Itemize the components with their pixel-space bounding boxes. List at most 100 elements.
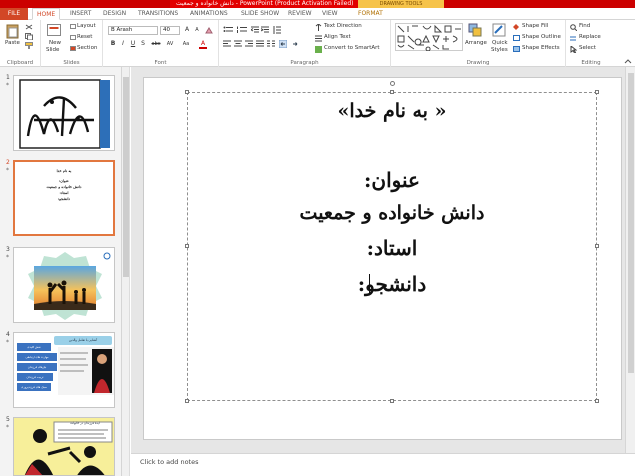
slide-thumbnails-pane: 1 * 2 * به نام خدا عنوان: دانش خانواده و… — [0, 67, 122, 476]
slide-line-1[interactable]: « به نام خدا» — [187, 100, 597, 122]
shape-effects-button[interactable]: Shape Effects — [522, 45, 560, 51]
align-right-icon[interactable] — [245, 40, 253, 48]
tab-animations[interactable]: ANIMATIONS — [190, 8, 228, 20]
tab-insert[interactable]: INSERT — [70, 8, 91, 20]
slide-line-4[interactable]: استاد: — [187, 236, 597, 260]
quick-styles-button-line2[interactable]: Styles — [491, 47, 508, 53]
thumbnails-scroll-thumb[interactable] — [123, 77, 129, 277]
find-button[interactable]: Find — [579, 23, 590, 29]
paste-icon[interactable] — [6, 23, 20, 39]
font-label: Font — [154, 60, 167, 66]
slide-scrollbar[interactable] — [625, 67, 635, 453]
arrange-icon[interactable] — [468, 23, 482, 37]
select-button[interactable]: Select — [579, 45, 596, 51]
convert-smartart-button[interactable]: Convert to SmartArt — [324, 45, 380, 51]
tab-format[interactable]: FORMAT — [358, 8, 383, 20]
slide-thumbnail-3[interactable] — [13, 247, 115, 323]
slide-thumbnail-1[interactable] — [13, 75, 115, 151]
quick-styles-icon[interactable] — [492, 23, 506, 37]
thumb-5-title: ایده فرزندان در خانواده — [70, 421, 100, 425]
increase-indent-icon[interactable] — [261, 26, 269, 34]
resize-handle-top[interactable] — [390, 90, 394, 94]
shape-outline-button[interactable]: Shape Outline — [522, 34, 561, 40]
thumb-star-1: * — [6, 82, 9, 89]
shapes-gallery[interactable] — [395, 23, 463, 51]
slide-line-2[interactable]: عنوان: — [187, 168, 597, 192]
tab-view[interactable]: VIEW — [322, 8, 338, 20]
bullets-icon[interactable] — [223, 26, 233, 34]
drawing-group: Arrange Quick Styles Shape Fill Shape Ou… — [391, 20, 566, 67]
shape-fill-button[interactable]: Shape Fill — [522, 23, 548, 29]
slide-line-5[interactable]: دانشجو: — [187, 272, 597, 296]
resize-handle-top-right[interactable] — [595, 90, 599, 94]
new-slide-button-line2[interactable]: Slide — [46, 47, 59, 53]
new-slide-button[interactable]: New — [49, 40, 61, 46]
shadow-button[interactable]: S — [139, 40, 147, 48]
resize-handle-bottom-right[interactable] — [595, 399, 599, 403]
font-name-dropdown[interactable]: B Arash — [108, 26, 158, 35]
numbering-icon[interactable] — [237, 26, 247, 34]
tab-file[interactable]: FILE — [0, 8, 28, 20]
arrange-button[interactable]: Arrange — [465, 40, 487, 46]
tab-transitions[interactable]: TRANSITIONS — [138, 8, 178, 20]
select-icon — [570, 46, 577, 53]
tab-home[interactable]: HOME — [32, 8, 61, 20]
tab-design[interactable]: DESIGN — [103, 8, 126, 20]
decrease-indent-icon[interactable] — [251, 26, 259, 34]
paragraph-label: Paragraph — [290, 60, 319, 66]
slide-thumbnail-4[interactable]: آشنایی با تعامل والدین نقش کلیدی مهارت ه… — [13, 332, 115, 408]
line-spacing-icon[interactable] — [273, 26, 281, 34]
ltr-icon[interactable] — [291, 40, 299, 48]
character-spacing-button[interactable]: AV — [165, 40, 175, 48]
grow-font-button[interactable]: A — [183, 26, 191, 34]
align-text-button[interactable]: Align Text — [324, 34, 351, 40]
slide-thumbnail-5[interactable]: ایده فرزندان در خانواده — [13, 417, 115, 476]
rotate-handle[interactable] — [390, 81, 395, 86]
underline-button[interactable]: U — [129, 40, 137, 48]
new-slide-icon[interactable] — [47, 23, 61, 37]
text-cursor — [369, 274, 370, 294]
notes-placeholder[interactable]: Click to add notes — [140, 458, 198, 466]
notes-pane[interactable]: Click to add notes — [131, 453, 635, 476]
change-case-button[interactable]: Aa — [181, 40, 191, 48]
shrink-font-button[interactable]: A — [193, 26, 201, 34]
slide-canvas[interactable]: « به نام خدا» عنوان: دانش خانواده و جمعی… — [143, 77, 622, 440]
resize-handle-bottom-left[interactable] — [185, 399, 189, 403]
strikethrough-button[interactable]: abc — [149, 40, 163, 48]
font-color-button[interactable]: A — [199, 40, 207, 49]
replace-button[interactable]: Replace — [579, 34, 601, 40]
reset-button[interactable]: Reset — [77, 34, 92, 40]
thumb-number-5: 5 — [6, 416, 10, 423]
tab-review[interactable]: REVIEW — [288, 8, 312, 20]
italic-button[interactable]: I — [119, 40, 127, 48]
text-direction-button[interactable]: Text Direction — [324, 23, 362, 29]
clear-formatting-icon[interactable] — [205, 27, 213, 34]
slides-group: New Slide Layout Reset Section Slides — [41, 20, 103, 67]
quick-styles-button[interactable]: Quick — [492, 40, 508, 46]
align-text-icon — [315, 35, 322, 42]
shape-outline-icon — [513, 35, 520, 41]
columns-icon[interactable] — [267, 40, 275, 48]
align-center-icon[interactable] — [234, 40, 242, 48]
resize-handle-top-left[interactable] — [185, 90, 189, 94]
bold-button[interactable]: B — [109, 40, 117, 48]
thumbnails-scrollbar[interactable] — [122, 67, 130, 476]
collapse-ribbon-icon[interactable] — [624, 58, 632, 64]
align-left-icon[interactable] — [223, 40, 231, 48]
rtl-icon[interactable] — [279, 40, 287, 48]
section-button[interactable]: Section — [77, 45, 97, 51]
paste-button[interactable]: Paste — [5, 40, 20, 46]
layout-button[interactable]: Layout — [77, 23, 96, 29]
copy-icon[interactable] — [25, 33, 33, 40]
font-size-dropdown[interactable]: 40 — [160, 26, 180, 35]
slide-thumbnail-2[interactable]: به نام خدا عنوان: دانش خانواده و جمعیت ا… — [13, 160, 115, 236]
slide-scroll-thumb[interactable] — [628, 73, 634, 373]
cut-icon[interactable] — [25, 24, 33, 30]
format-painter-icon[interactable] — [25, 42, 33, 49]
tab-slide-show[interactable]: SLIDE SHOW — [241, 8, 279, 20]
resize-handle-bottom[interactable] — [390, 399, 394, 403]
thumb-4-box-3: نیازهای فرزندان — [17, 363, 57, 371]
justify-icon[interactable] — [256, 40, 264, 48]
drawing-label: Drawing — [466, 60, 490, 66]
slide-line-3[interactable]: دانش خانواده و جمعیت — [187, 202, 597, 224]
